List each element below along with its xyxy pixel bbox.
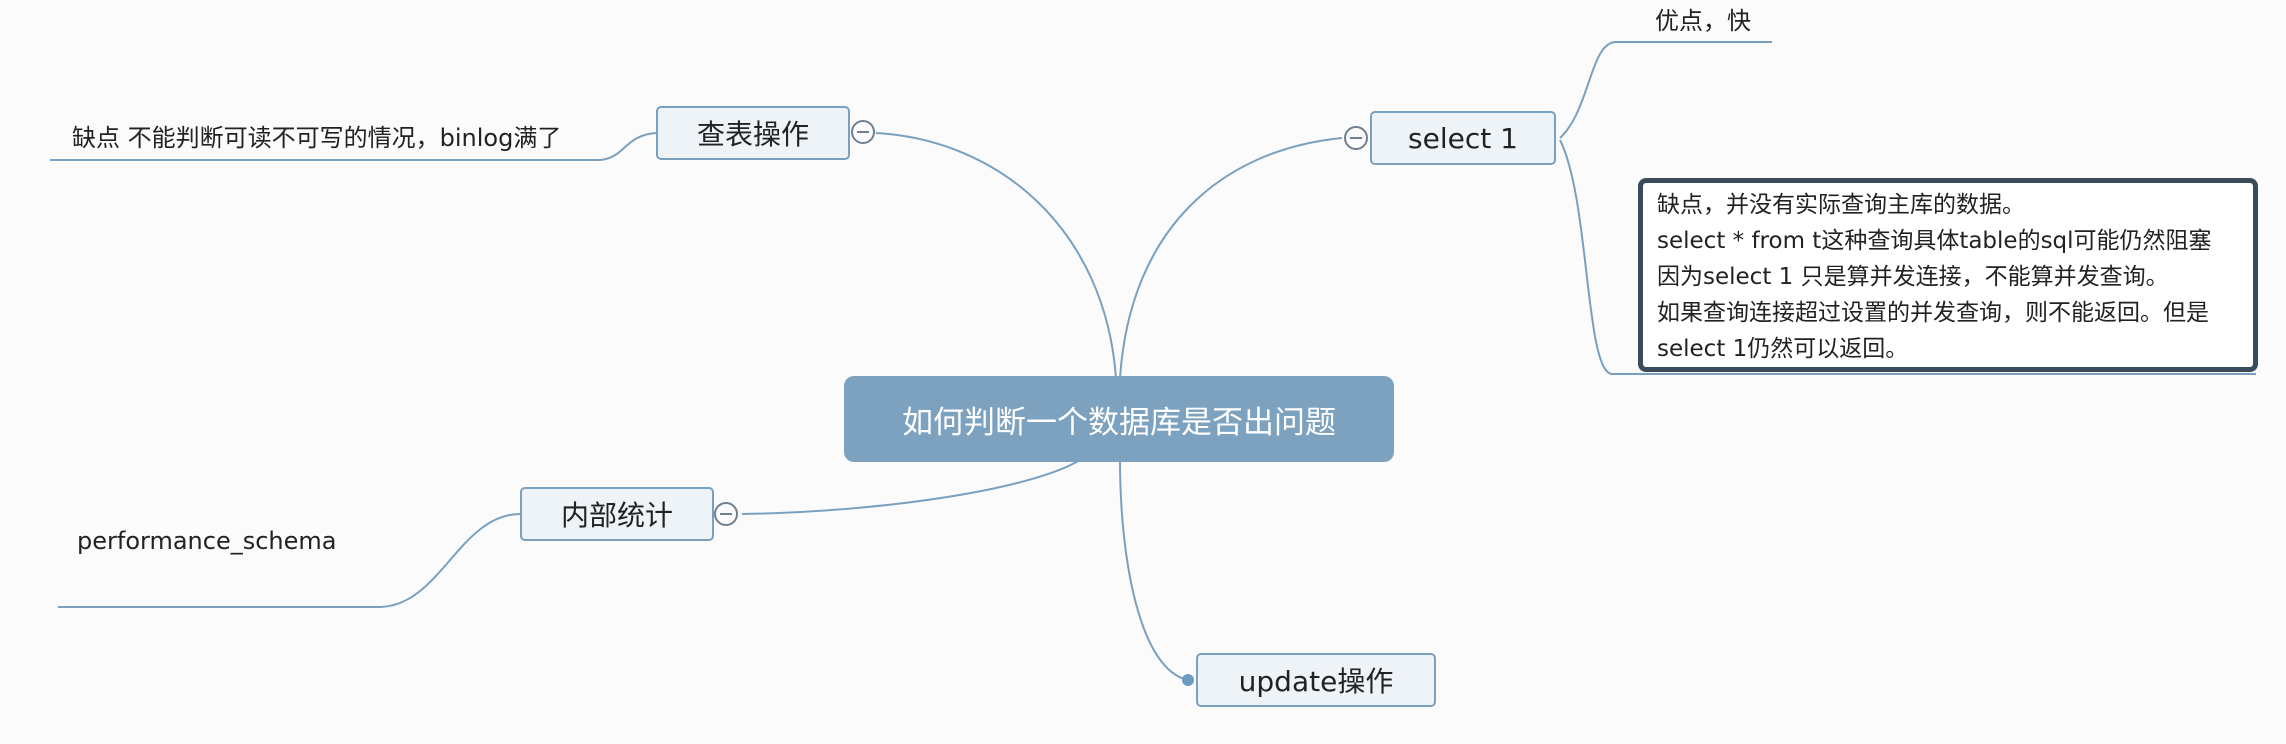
topic-update[interactable]: update操作 bbox=[1196, 653, 1436, 707]
collapse-internal-stats-icon[interactable] bbox=[714, 502, 738, 526]
select1-cons-box: 缺点，并没有实际查询主库的数据。 select * from t这种查询具体ta… bbox=[1638, 178, 2258, 372]
topic-table-query[interactable]: 查表操作 bbox=[656, 106, 850, 160]
select1-cons-line: 如果查询连接超过设置的并发查询，则不能返回。但是 bbox=[1657, 300, 2209, 326]
connector-root-internal-stats bbox=[741, 459, 1081, 515]
select1-pro: 优点，快 bbox=[1655, 7, 1751, 35]
connector-root-table-query bbox=[875, 132, 1117, 379]
root-topic-label: 如何判断一个数据库是否出问题 bbox=[902, 404, 1336, 441]
connector-select1-pro bbox=[1559, 41, 1772, 139]
topic-internal-stats[interactable]: 内部统计 bbox=[520, 487, 714, 541]
topic-select1-label: select 1 bbox=[1408, 121, 1518, 155]
select1-cons-line: select 1仍然可以返回。 bbox=[1657, 336, 1909, 362]
update-connector-dot bbox=[1182, 674, 1194, 686]
connector-root-select1 bbox=[1119, 137, 1343, 379]
table-query-note: 缺点 不能判断可读不可写的情况，binlog满了 bbox=[72, 124, 562, 152]
select1-cons-line: select * from t这种查询具体table的sql可能仍然阻塞 bbox=[1657, 228, 2212, 254]
root-topic[interactable]: 如何判断一个数据库是否出问题 bbox=[844, 376, 1394, 462]
mind-map-connectors bbox=[50, 41, 2256, 681]
collapse-table-query-icon[interactable] bbox=[851, 120, 875, 144]
connector-root-update bbox=[1119, 459, 1189, 681]
internal-stats-note: performance_schema bbox=[77, 527, 337, 555]
select1-cons-line: 因为select 1 只是算并发连接，不能算并发查询。 bbox=[1657, 264, 2169, 290]
topic-table-query-label: 查表操作 bbox=[696, 118, 809, 151]
topic-update-label: update操作 bbox=[1238, 665, 1394, 698]
topic-select1[interactable]: select 1 bbox=[1370, 111, 1556, 165]
select1-cons-line: 缺点，并没有实际查询主库的数据。 bbox=[1657, 192, 2025, 218]
topic-internal-stats-label: 内部统计 bbox=[560, 499, 673, 532]
collapse-select1-icon[interactable] bbox=[1344, 126, 1368, 150]
